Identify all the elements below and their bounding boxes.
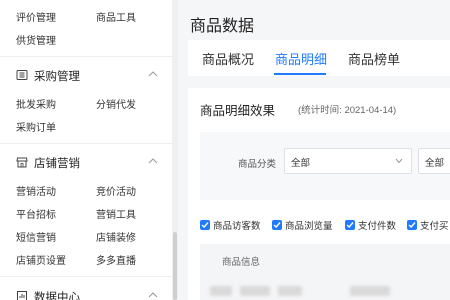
sidebar-item-wholesale-purchase[interactable]: 批发采购 [16, 96, 56, 111]
purchase-icon [16, 70, 28, 80]
sidebar-item-purchase-orders[interactable]: 采购订单 [16, 119, 56, 134]
sidebar-item-product-tools[interactable]: 商品工具 [96, 9, 136, 24]
data-center-icon [17, 291, 27, 300]
divider [0, 56, 172, 57]
product-details-card: 商品明细效果 (统计时间: 2021-04-14) 商品分类 全部 全部 商品访… [188, 88, 450, 300]
blurred-content [278, 286, 302, 296]
chevron-up-icon[interactable] [148, 291, 158, 299]
blurred-content [240, 286, 270, 296]
sidebar-item-review-management[interactable]: 评价管理 [16, 9, 56, 24]
sidebar-item-sms-marketing[interactable]: 短信营销 [16, 229, 56, 244]
chevron-up-icon[interactable] [148, 157, 158, 165]
main-content: 商品数据 商品概况 商品明细 商品榜单 商品明细效果 (统计时间: 2021-0… [178, 0, 450, 300]
sidebar-group-title: 数据中心 [34, 292, 80, 300]
category-select-primary[interactable]: 全部 [284, 148, 412, 174]
checkbox-payment-buyers[interactable]: 支付买 [407, 218, 449, 232]
sidebar-item-live-streaming[interactable]: 多多直播 [96, 252, 136, 267]
sidebar-item-supply-management[interactable]: 供货管理 [16, 32, 56, 47]
sidebar-item-store-page-settings[interactable]: 店铺页设置 [16, 252, 66, 267]
checkbox-payment-items[interactable]: 支付件数 [345, 218, 396, 232]
sidebar-group-data-center[interactable]: 数据中心 [0, 287, 172, 300]
sidebar-item-distribution[interactable]: 分销代发 [96, 96, 136, 111]
chevron-up-icon[interactable] [148, 70, 158, 78]
tab-product-overview[interactable]: 商品概况 [202, 49, 254, 68]
metric-checkbox-group: 商品访客数 商品浏览量 支付件数 支付买 [200, 218, 450, 234]
checkbox-checked-icon [200, 220, 210, 230]
sidebar-item-platform-tender[interactable]: 平台招标 [16, 206, 56, 221]
sidebar: 评价管理 商品工具 供货管理 采购管理 批发采购 分销代发 采购订单 店铺营销 [0, 0, 172, 300]
divider [0, 143, 172, 144]
category-filter-label: 商品分类 [238, 159, 277, 170]
checkbox-label: 商品浏览量 [285, 221, 333, 232]
divider [0, 276, 172, 277]
sidebar-group-store-marketing[interactable]: 店铺营销 [0, 153, 172, 173]
checkbox-label: 商品访客数 [213, 221, 261, 232]
checkbox-checked-icon [272, 220, 282, 230]
filter-panel: 商品分类 全部 全部 [200, 132, 450, 200]
checkbox-product-views[interactable]: 商品浏览量 [272, 218, 333, 232]
sidebar-group-title: 采购管理 [34, 71, 80, 83]
sidebar-group-title: 店铺营销 [34, 158, 80, 170]
sidebar-group-purchase[interactable]: 采购管理 [0, 66, 172, 86]
column-header-product-info: 商品信息 [222, 257, 261, 268]
stat-time-label: (统计时间: 2021-04-14) [298, 105, 397, 116]
sidebar-item-bidding-activities[interactable]: 竞价活动 [96, 183, 136, 198]
card-title: 商品明细效果 [200, 104, 276, 118]
checkbox-product-visitors[interactable]: 商品访客数 [200, 218, 261, 232]
active-tab-indicator [274, 73, 326, 75]
category-select-secondary[interactable]: 全部 [418, 148, 450, 174]
sidebar-item-marketing-activities[interactable]: 营销活动 [16, 183, 56, 198]
scrollbar-thumb[interactable] [173, 232, 177, 300]
page-title: 商品数据 [190, 18, 255, 35]
select-value: 全部 [425, 158, 445, 169]
checkbox-checked-icon [345, 220, 355, 230]
checkbox-checked-icon [407, 220, 417, 230]
select-value: 全部 [291, 158, 311, 169]
sidebar-item-store-decoration[interactable]: 店铺装修 [96, 229, 136, 244]
checkbox-label: 支付件数 [358, 221, 397, 232]
blurred-content [350, 286, 390, 296]
store-icon [16, 157, 28, 168]
tab-product-details[interactable]: 商品明细 [275, 49, 327, 68]
checkbox-label: 支付买 [420, 221, 449, 232]
blurred-content [210, 286, 232, 296]
sidebar-item-marketing-tools[interactable]: 营销工具 [96, 206, 136, 221]
tab-product-rankings[interactable]: 商品榜单 [348, 49, 400, 68]
tab-bar: 商品概况 商品明细 商品榜单 [188, 40, 450, 76]
chevron-down-icon [395, 158, 403, 164]
blurred-table-row [200, 284, 450, 300]
